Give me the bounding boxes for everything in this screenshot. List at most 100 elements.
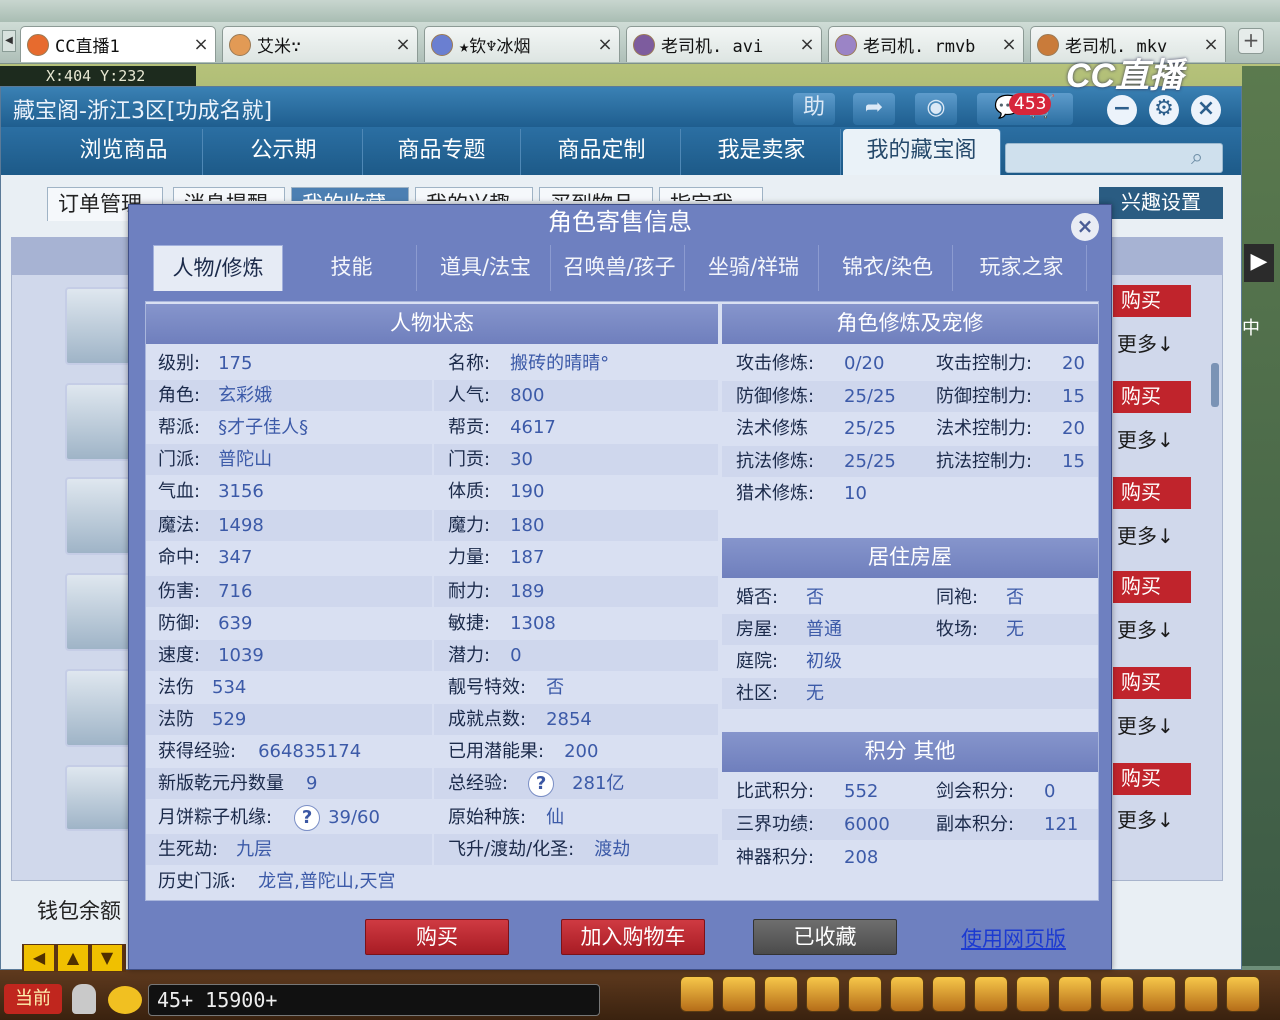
help-question-icon[interactable]: ?	[294, 805, 321, 831]
dialog-close-icon[interactable]: ×	[1071, 213, 1099, 241]
avatar[interactable]	[65, 669, 131, 747]
chat-icon[interactable]	[108, 986, 142, 1014]
pet-icon[interactable]	[806, 976, 840, 1012]
list-scrollbar[interactable]	[1211, 363, 1219, 407]
info-row: 抗法修炼: 25/25 抗法控制力: 15	[722, 445, 1098, 477]
browser-tab-3[interactable]: ★钦♆冰烟 ×	[424, 26, 620, 62]
sword-icon[interactable]	[680, 976, 714, 1012]
list-more-button[interactable]: 更多↓	[1113, 805, 1191, 835]
avatar[interactable]	[65, 765, 131, 831]
status-row: 角色: 玄彩娥	[146, 380, 432, 411]
help-button[interactable]: 助	[793, 93, 835, 125]
tab-close-icon[interactable]: ×	[597, 34, 613, 55]
tab-close-icon[interactable]: ×	[1001, 34, 1017, 55]
menu-icon[interactable]	[1226, 976, 1260, 1012]
list-buy-button[interactable]: 购买	[1113, 285, 1191, 317]
interest-settings-button[interactable]: 兴趣设置	[1099, 187, 1223, 219]
window-titlebar: 藏宝阁-浙江3区[功成名就] 助 ➦ ◉ 💬 🛒 453 − ⚙ ×	[1, 87, 1241, 127]
tab-skills[interactable]: 技能	[287, 245, 417, 291]
nav-public-period[interactable]: 公示期	[205, 129, 363, 175]
add-to-cart-button[interactable]: 加入购物车	[561, 919, 705, 955]
avatar[interactable]	[65, 477, 131, 555]
tab-scroll-left-button[interactable]: ◀	[2, 30, 16, 52]
tab-mounts[interactable]: 坐骑/祥瑞	[689, 245, 819, 291]
status-row: 级别: 175	[146, 348, 432, 379]
info-row: 房屋: 普通 牧场: 无	[722, 614, 1098, 645]
buy-button[interactable]: 购买	[365, 919, 509, 955]
list-more-button[interactable]: 更多↓	[1113, 521, 1191, 551]
arrow-up-icon[interactable]: ▲	[58, 945, 88, 971]
browser-tab-4[interactable]: 老司机. avi ×	[626, 26, 822, 62]
tab-items[interactable]: 道具/法宝	[421, 245, 551, 291]
map-icon[interactable]	[1016, 976, 1050, 1012]
gift-icon[interactable]	[764, 976, 798, 1012]
use-web-version-link[interactable]: 使用网页版	[961, 923, 1066, 953]
settings-gear-icon[interactable]: ⚙	[1149, 95, 1179, 125]
info-row: 比武积分: 552 剑会积分: 0	[722, 776, 1098, 807]
list-more-button[interactable]: 更多↓	[1113, 615, 1191, 645]
status-value: 347	[218, 547, 253, 568]
nav-product-custom[interactable]: 商品定制	[523, 129, 681, 175]
event-icon[interactable]	[1100, 976, 1134, 1012]
nav-browse-goods[interactable]: 浏览商品	[45, 129, 203, 175]
subtab-assigned[interactable]: 指定我	[659, 187, 763, 201]
record-icon[interactable]: ◉	[915, 93, 957, 125]
browser-tab-1[interactable]: CC直播1 ×	[20, 26, 216, 62]
smile-icon[interactable]	[1142, 976, 1176, 1012]
tab-outfits[interactable]: 锦衣/染色	[823, 245, 953, 291]
list-buy-button[interactable]: 购买	[1113, 477, 1191, 509]
subtab-messages[interactable]: 消息提醒	[173, 187, 285, 201]
list-buy-button[interactable]: 购买	[1113, 763, 1191, 795]
browser-tab-5[interactable]: 老司机. rmvb ×	[828, 26, 1024, 62]
status-value: 30	[510, 449, 533, 470]
list-buy-button[interactable]: 购买	[1113, 381, 1191, 413]
list-more-button[interactable]: 更多↓	[1113, 425, 1191, 455]
tab-player-home[interactable]: 玩家之家	[957, 245, 1087, 291]
tab-summons[interactable]: 召唤兽/孩子	[555, 245, 685, 291]
arrow-controls: ◀ ▲ ▼	[22, 944, 126, 972]
list-buy-button[interactable]: 购买	[1113, 571, 1191, 603]
close-icon[interactable]: ×	[1191, 95, 1221, 125]
play-icon[interactable]: ▶	[1244, 244, 1274, 282]
tab-close-icon[interactable]: ×	[193, 34, 209, 55]
peach-icon[interactable]	[1058, 976, 1092, 1012]
bell-icon[interactable]	[974, 976, 1008, 1012]
skill-icon[interactable]	[890, 976, 924, 1012]
tab-close-icon[interactable]: ×	[799, 34, 815, 55]
subtab-interests[interactable]: 我的兴趣	[415, 187, 533, 201]
share-icon[interactable]: ➦	[853, 93, 895, 125]
info-row: 庭院: 初级	[722, 646, 1098, 677]
scroll-icon[interactable]	[932, 976, 966, 1012]
bag-icon[interactable]	[722, 976, 756, 1012]
status-row: 门派: 普陀山	[146, 444, 432, 475]
info-key: 庭院:	[736, 651, 779, 672]
avatar[interactable]	[65, 573, 131, 651]
subtab-bought[interactable]: 买到物品	[539, 187, 653, 201]
avatar[interactable]	[65, 287, 131, 365]
tab-close-icon[interactable]: ×	[395, 34, 411, 55]
info-value: 25/25	[844, 385, 896, 407]
list-more-button[interactable]: 更多↓	[1113, 711, 1191, 741]
favorited-button[interactable]: 已收藏	[753, 919, 897, 955]
nav-my-cbg[interactable]: 我的藏宝阁	[843, 129, 1001, 175]
help-question-icon[interactable]: ?	[528, 771, 555, 797]
list-more-button[interactable]: 更多↓	[1113, 329, 1191, 359]
search-icon[interactable]: ⌕	[1191, 145, 1203, 170]
list-buy-button[interactable]: 购买	[1113, 667, 1191, 699]
avatar[interactable]	[65, 383, 131, 461]
tab-favicon-icon	[633, 33, 655, 56]
tab-character-cultivation[interactable]: 人物/修炼	[153, 245, 283, 291]
status-row: 法伤 534	[146, 672, 432, 703]
arrow-left-icon[interactable]: ◀	[24, 945, 54, 971]
minimize-icon[interactable]: −	[1107, 95, 1137, 125]
nav-i-am-seller[interactable]: 我是卖家	[683, 129, 841, 175]
current-channel-button[interactable]: 当前	[4, 984, 62, 1014]
microphone-icon[interactable]	[72, 984, 96, 1014]
browser-tab-2[interactable]: 艾米∵ ×	[222, 26, 418, 62]
system-icon[interactable]	[1184, 976, 1218, 1012]
window-title: 藏宝阁-浙江3区[功成名就]	[13, 99, 273, 124]
arrow-down-icon[interactable]: ▼	[92, 945, 122, 971]
team-icon[interactable]	[848, 976, 882, 1012]
nav-product-topic[interactable]: 商品专题	[363, 129, 521, 175]
subtab-favorites[interactable]: 我的收藏	[291, 187, 409, 201]
